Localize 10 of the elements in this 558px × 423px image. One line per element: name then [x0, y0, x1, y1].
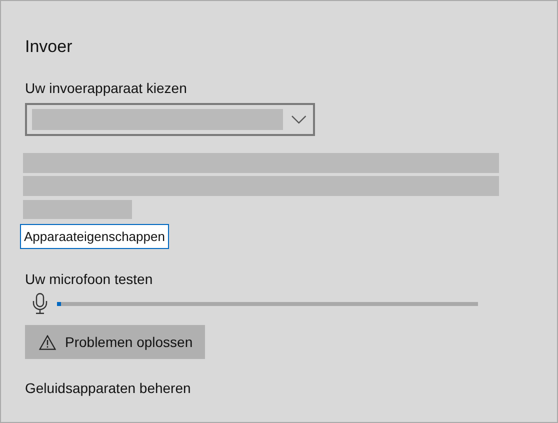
troubleshoot-button[interactable]: Problemen oplossen — [25, 325, 205, 359]
field-label: Uw invoerapparaat kiezen — [25, 80, 187, 96]
microphone-icon — [32, 293, 48, 314]
field-label: Uw microfoon testen — [25, 271, 153, 287]
device-properties-link[interactable]: Apparaateigenschappen — [20, 224, 169, 249]
section-title: Invoer — [25, 37, 72, 58]
warning-icon — [39, 334, 56, 350]
manage-devices-link[interactable]: Geluidsapparaten beheren — [25, 380, 191, 396]
device-dropdown[interactable] — [25, 103, 315, 136]
chevron-down-icon — [291, 114, 307, 124]
